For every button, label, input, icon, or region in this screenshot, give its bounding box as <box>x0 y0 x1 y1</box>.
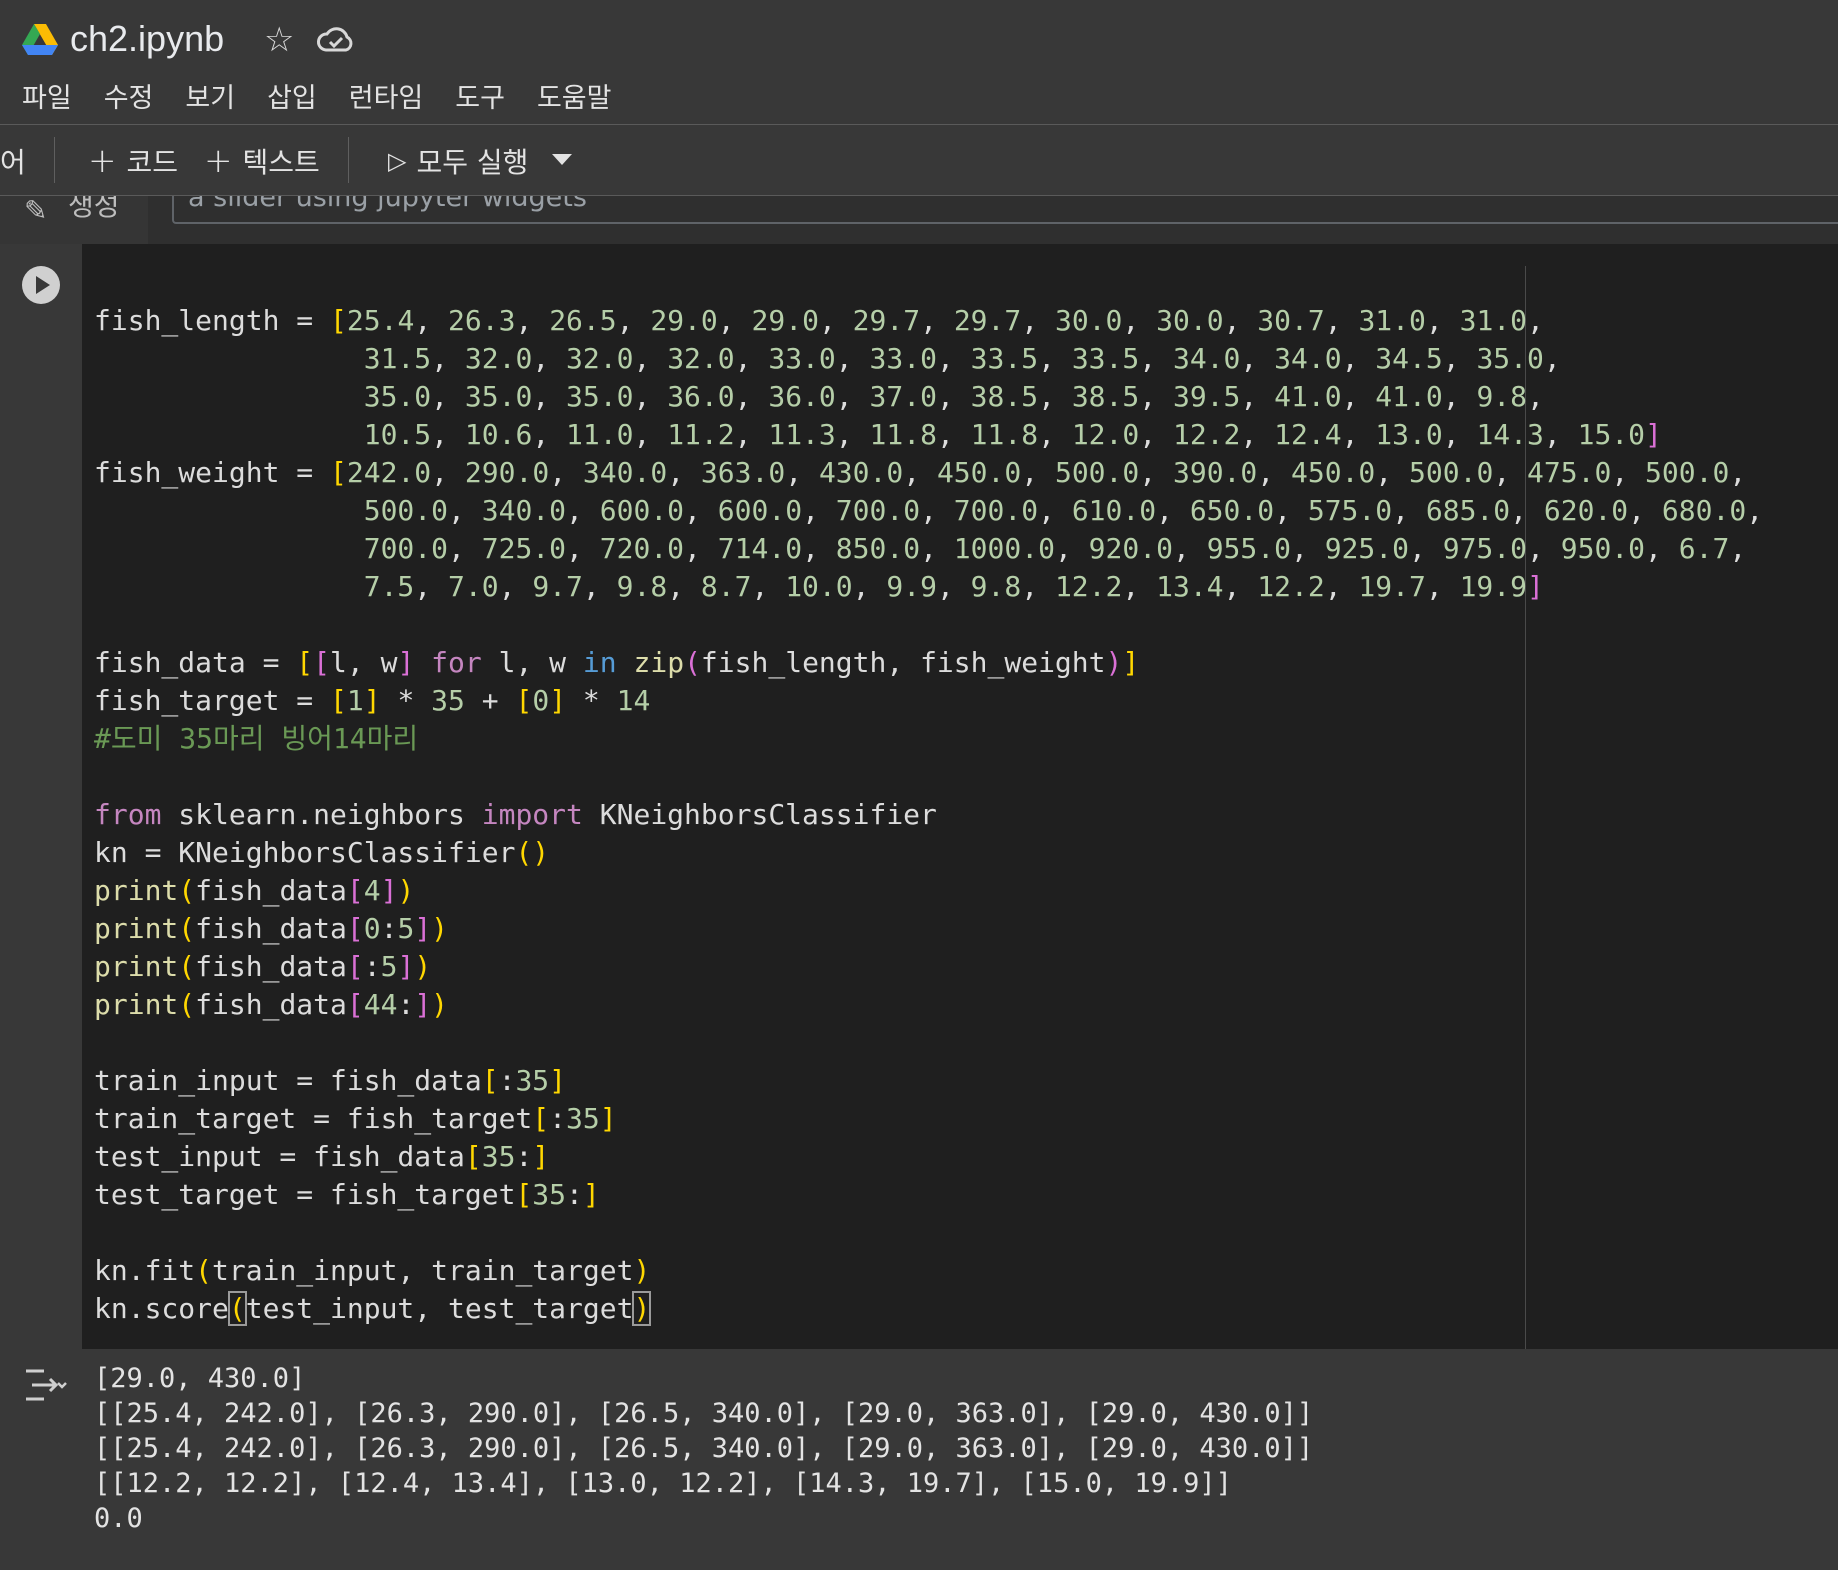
code-line[interactable]: fish_weight = [242.0, 290.0, 340.0, 363.… <box>94 456 1746 489</box>
code-line[interactable]: 10.5, 10.6, 11.0, 11.2, 11.3, 11.8, 11.8… <box>94 418 1662 451</box>
toolbar-cut-label[interactable]: 어 <box>0 141 26 181</box>
output-toggle-icon[interactable] <box>22 1365 68 1405</box>
play-outline-icon: ▷ <box>388 147 407 175</box>
code-line[interactable]: fish_data = [[l, w] for l, w in zip(fish… <box>94 646 1139 679</box>
add-code-label: 코드 <box>126 146 179 179</box>
previous-cell: ✎ 생성 a slider using jupyter widgets <box>0 196 1838 244</box>
code-line[interactable]: print(fish_data[4]) <box>94 874 414 907</box>
notebook-header: ch2.ipynb ☆ 파일 수정 보기 삽입 런타임 도구 도움말 <box>0 0 1838 125</box>
code-line[interactable]: train_input = fish_data[:35] <box>94 1064 566 1097</box>
code-line[interactable]: print(fish_data[:5]) <box>94 950 431 983</box>
star-icon[interactable]: ☆ <box>264 20 294 60</box>
google-drive-logo-icon[interactable] <box>22 24 58 56</box>
code-line[interactable]: kn.score(test_input, test_target) <box>94 1291 652 1326</box>
code-line[interactable]: fish_length = [25.4, 26.3, 26.5, 29.0, 2… <box>94 304 1544 337</box>
generate-prompt-input[interactable]: a slider using jupyter widgets <box>172 196 1838 224</box>
code-line[interactable]: print(fish_data[44:]) <box>94 988 448 1021</box>
plus-icon: + <box>88 141 117 181</box>
output-line: [[12.2, 12.2], [12.4, 13.4], [13.0, 12.2… <box>94 1468 1232 1499</box>
code-editor[interactable]: fish_length = [25.4, 26.3, 26.5, 29.0, 2… <box>82 244 1838 1349</box>
code-line[interactable]: train_target = fish_target[:35] <box>94 1102 617 1135</box>
toolbar-divider <box>54 137 55 183</box>
code-line[interactable]: test_input = fish_data[35:] <box>94 1140 549 1173</box>
run-all-button[interactable]: ▷ 모두 실행 <box>388 141 528 181</box>
output-text: [29.0, 430.0] [[25.4, 242.0], [26.3, 290… <box>94 1361 1313 1536</box>
generate-label[interactable]: 생성 <box>68 196 120 224</box>
menu-edit[interactable]: 수정 <box>104 76 154 115</box>
code-line[interactable]: kn.fit(train_input, train_target) <box>94 1254 650 1287</box>
add-code-button[interactable]: + 코드 <box>88 141 178 181</box>
code-line[interactable]: 7.5, 7.0, 9.7, 9.8, 8.7, 10.0, 9.9, 9.8,… <box>94 570 1544 603</box>
cell-output: [29.0, 430.0] [[25.4, 242.0], [26.3, 290… <box>0 1349 1838 1570</box>
add-text-button[interactable]: + 텍스트 <box>204 141 320 181</box>
code-line[interactable]: 35.0, 35.0, 35.0, 36.0, 36.0, 37.0, 38.5… <box>94 380 1544 413</box>
previous-cell-gutter: ✎ 생성 <box>0 196 148 244</box>
notebook-toolbar: 어 + 코드 + 텍스트 ▷ 모두 실행 <box>0 125 1838 196</box>
menu-tools[interactable]: 도구 <box>455 76 505 115</box>
cloud-saved-icon[interactable] <box>316 24 356 56</box>
code-line[interactable]: print(fish_data[0:5]) <box>94 912 448 945</box>
run-all-dropdown-icon[interactable] <box>552 154 572 165</box>
run-all-label: 모두 실행 <box>416 146 529 179</box>
code-line[interactable]: 500.0, 340.0, 600.0, 600.0, 700.0, 700.0… <box>94 494 1763 527</box>
menu-bar: 파일 수정 보기 삽입 런타임 도구 도움말 <box>22 76 612 115</box>
run-cell-button[interactable] <box>22 266 60 304</box>
output-line: [[25.4, 242.0], [26.3, 290.0], [26.5, 34… <box>94 1398 1314 1429</box>
menu-insert[interactable]: 삽입 <box>267 76 317 115</box>
generate-prompt-text: a slider using jupyter widgets <box>188 196 587 213</box>
notebook-title[interactable]: ch2.ipynb <box>70 18 224 60</box>
code-text[interactable]: fish_length = [25.4, 26.3, 26.5, 29.0, 2… <box>94 302 1763 1328</box>
code-line[interactable]: kn = KNeighborsClassifier() <box>94 836 549 869</box>
code-line[interactable]: fish_target = [1] * 35 + [0] * 14 <box>94 684 650 717</box>
code-line[interactable]: from sklearn.neighbors import KNeighbors… <box>94 798 937 831</box>
code-cell: fish_length = [25.4, 26.3, 26.5, 29.0, 2… <box>0 244 1838 1349</box>
add-text-label: 텍스트 <box>242 146 320 179</box>
menu-view[interactable]: 보기 <box>185 76 235 115</box>
menu-file[interactable]: 파일 <box>22 76 72 115</box>
menu-runtime[interactable]: 런타임 <box>349 76 424 115</box>
toolbar-divider <box>348 137 349 183</box>
pencil-icon[interactable]: ✎ <box>24 196 47 227</box>
code-line[interactable]: test_target = fish_target[35:] <box>94 1178 600 1211</box>
output-line: [[25.4, 242.0], [26.3, 290.0], [26.5, 34… <box>94 1433 1314 1464</box>
output-line: 0.0 <box>94 1503 143 1534</box>
code-line[interactable]: 31.5, 32.0, 32.0, 32.0, 33.0, 33.0, 33.5… <box>94 342 1561 375</box>
plus-icon: + <box>204 141 233 181</box>
menu-help[interactable]: 도움말 <box>537 76 612 115</box>
code-line[interactable]: #도미 35마리 빙어14마리 <box>94 722 418 755</box>
cell-gutter <box>0 244 82 1349</box>
output-line: [29.0, 430.0] <box>94 1363 306 1394</box>
code-line[interactable]: 700.0, 725.0, 720.0, 714.0, 850.0, 1000.… <box>94 532 1746 565</box>
